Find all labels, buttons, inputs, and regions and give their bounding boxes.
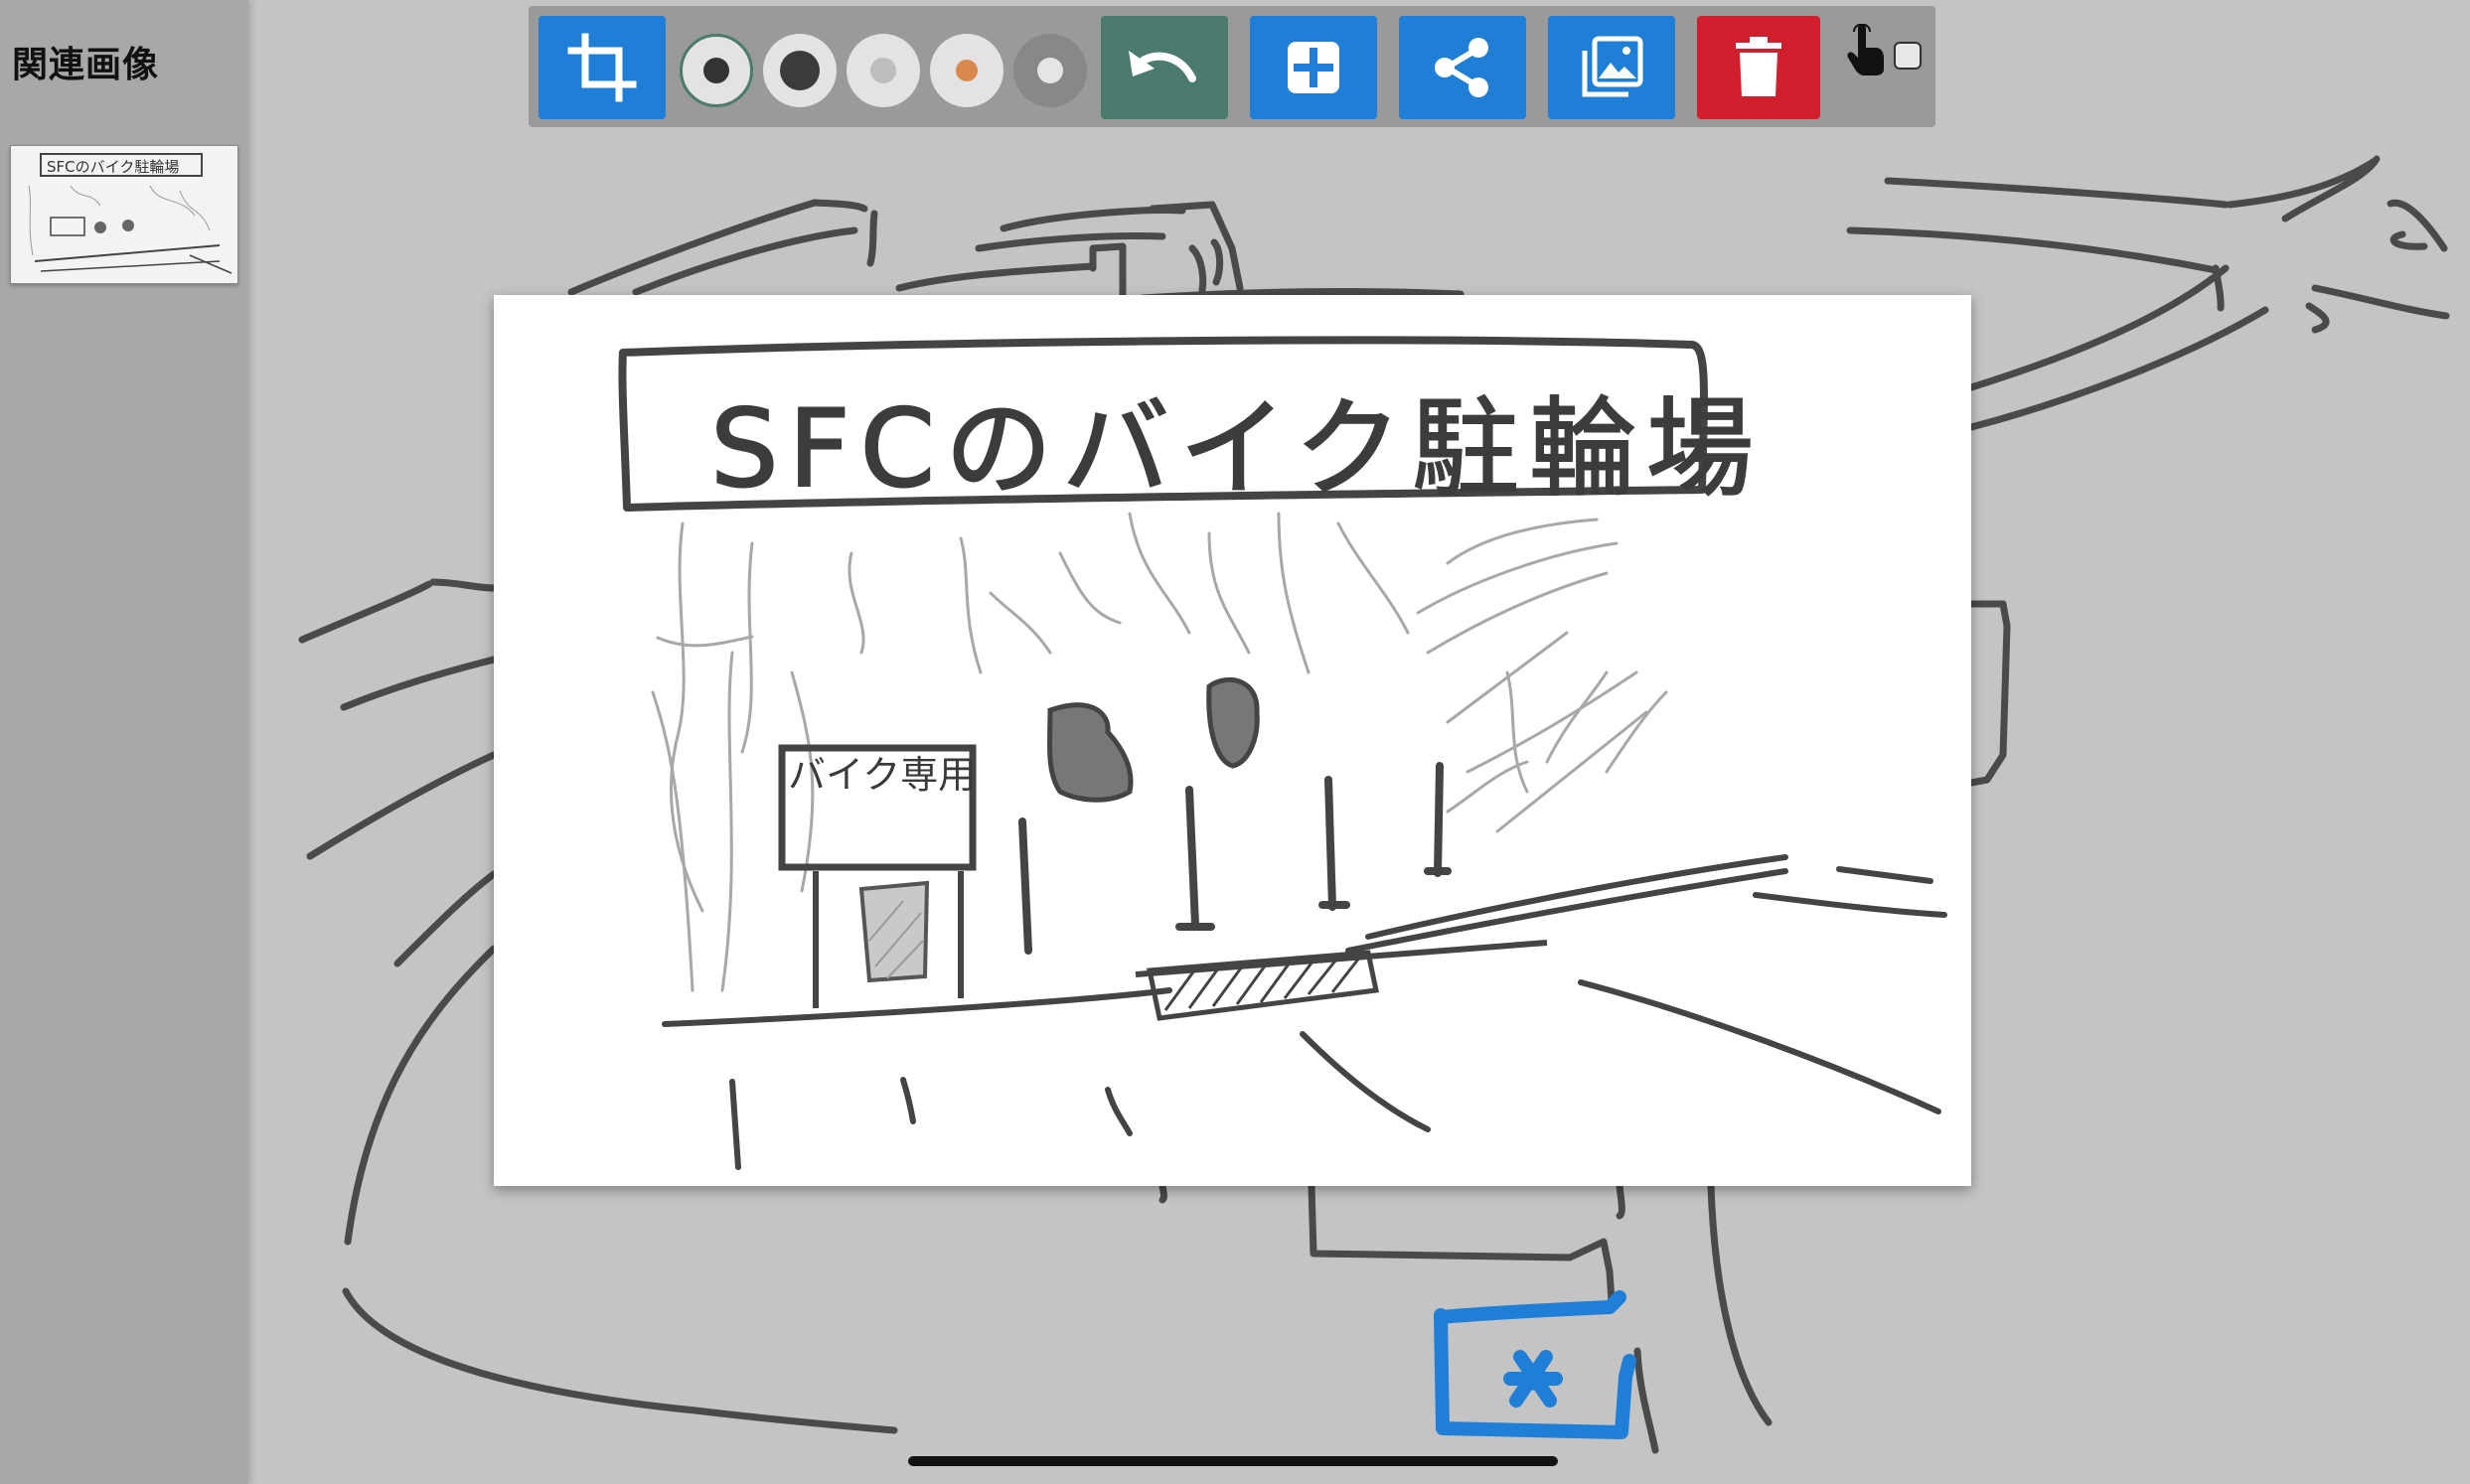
dot-icon [870,58,896,83]
thumbnail-title: SFCのバイク駐輪場 [47,158,179,176]
plus-icon [1288,42,1339,93]
pen-orange-button[interactable] [930,34,1003,107]
related-images-sidebar: 関連画像 SFCのバイク駐輪場 [0,0,248,1484]
drawing-toolbar [529,6,1935,127]
share-icon [1435,38,1488,97]
dot-ring-icon [703,58,729,83]
gallery-icon [1582,36,1643,97]
related-image-thumbnail[interactable]: SFCのバイク駐輪場 [10,145,238,284]
pen-gray-button[interactable] [1013,34,1087,107]
touch-mode-toggle[interactable] [1832,18,1922,77]
gallery-button[interactable] [1548,16,1675,119]
home-indicator[interactable] [908,1456,1558,1466]
pen-size-selected-button[interactable] [680,34,753,107]
dot-icon [1037,58,1063,83]
undo-icon [1129,51,1196,82]
add-button[interactable] [1250,16,1377,119]
sidebar-title: 関連画像 [12,44,160,85]
thumbnail-sketch: SFCのバイク駐輪場 [28,153,232,274]
crop-button[interactable] [539,16,666,119]
touch-mode-checkbox[interactable] [1894,42,1922,70]
undo-button[interactable] [1101,16,1228,119]
location-marker [1434,1290,1636,1439]
dot-icon [956,60,978,81]
trash-icon [1736,37,1781,96]
sketch-image-card[interactable]: SFCのバイク駐輪場 バイク専用 [494,295,1971,1186]
sketch-sign-label: バイク専用 [788,753,977,797]
pen-light-button[interactable] [847,34,920,107]
sketch-title: SFCのバイク駐輪場 [709,386,1764,513]
share-button[interactable] [1399,16,1526,119]
hand-pointer-icon [1847,24,1884,75]
dot-icon [780,51,820,90]
delete-button[interactable] [1697,16,1820,119]
pen-black-button[interactable] [763,34,837,107]
crop-icon [567,33,637,102]
